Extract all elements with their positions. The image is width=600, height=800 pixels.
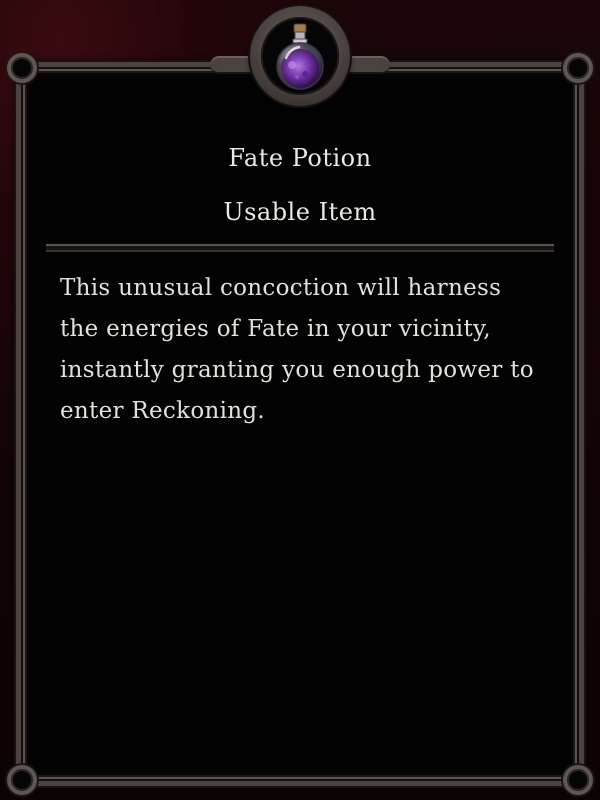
header-divider: [46, 244, 554, 252]
frame-corner-ornament: [563, 53, 593, 83]
item-name: Fate Potion: [228, 144, 372, 172]
item-icon-medallion: [210, 6, 390, 106]
item-type: Usable Item: [223, 198, 377, 226]
frame-corner-ornament: [7, 53, 37, 83]
frame-corner-ornament: [7, 765, 37, 795]
frame-corner-ornament: [563, 765, 593, 795]
potion-flask-icon: [276, 23, 324, 90]
medallion-socket: [261, 17, 339, 95]
item-description: This unusual concoction will harness the…: [60, 275, 534, 424]
